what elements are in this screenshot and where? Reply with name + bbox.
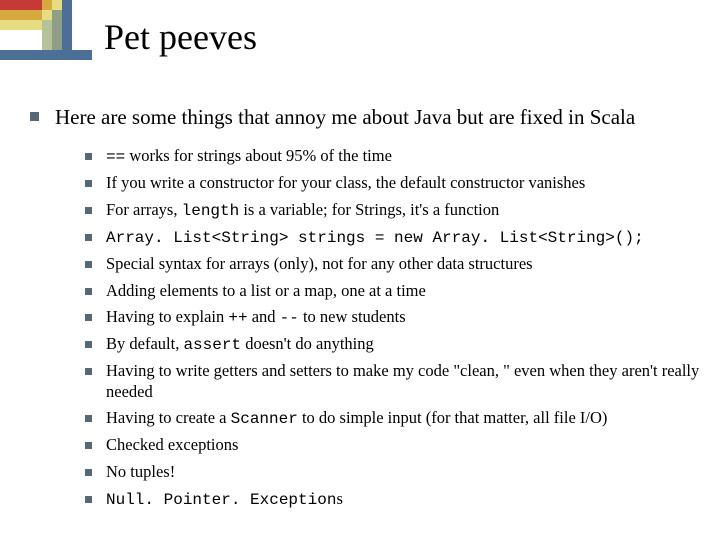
bullet-icon (85, 496, 92, 503)
bullet-icon (85, 469, 92, 476)
list-item: Having to explain ++ and -- to new stude… (85, 307, 706, 328)
list-item: Array. List<String> strings = new Array.… (85, 227, 706, 248)
list-item: Having to write getters and setters to m… (85, 361, 706, 402)
list-item-text: Checked exceptions (106, 435, 238, 456)
list-item-text: For arrays, length is a variable; for St… (106, 200, 499, 221)
list-item: No tuples! (85, 462, 706, 483)
bullet-icon (85, 341, 92, 348)
intro-text: Here are some things that annoy me about… (55, 104, 635, 130)
main-content: Here are some things that annoy me about… (30, 104, 706, 516)
list-item: Adding elements to a list or a map, one … (85, 281, 706, 302)
bullet-icon (30, 112, 39, 121)
list-item: Having to create a Scanner to do simple … (85, 408, 706, 429)
list-item-text: By default, assert doesn't do anything (106, 334, 374, 355)
list-item: For arrays, length is a variable; for St… (85, 200, 706, 221)
list-item: Null. Pointer. Exceptions (85, 489, 706, 510)
list-item-text: Having to create a Scanner to do simple … (106, 408, 607, 429)
list-item-text: No tuples! (106, 462, 175, 483)
list-item: Special syntax for arrays (only), not fo… (85, 254, 706, 275)
list-item: == works for strings about 95% of the ti… (85, 146, 706, 167)
bullet-icon (85, 180, 92, 187)
list-item-text: == works for strings about 95% of the ti… (106, 146, 392, 167)
sub-list: == works for strings about 95% of the ti… (85, 146, 706, 509)
bullet-icon (85, 207, 92, 214)
bullet-icon (85, 368, 92, 375)
list-item: Checked exceptions (85, 435, 706, 456)
list-item-text: Special syntax for arrays (only), not fo… (106, 254, 533, 275)
bullet-icon (85, 415, 92, 422)
bullet-icon (85, 261, 92, 268)
list-item: If you write a constructor for your clas… (85, 173, 706, 194)
list-item-text: Null. Pointer. Exceptions (106, 489, 343, 510)
slide-logo (0, 0, 92, 65)
list-item-text: Adding elements to a list or a map, one … (106, 281, 426, 302)
list-item-text: Array. List<String> strings = new Array.… (106, 227, 644, 248)
bullet-icon (85, 288, 92, 295)
bullet-icon (85, 442, 92, 449)
bullet-icon (85, 234, 92, 241)
list-item-text: Having to write getters and setters to m… (106, 361, 706, 402)
list-item-text: If you write a constructor for your clas… (106, 173, 585, 194)
slide-title: Pet peeves (104, 16, 257, 58)
bullet-icon (85, 314, 92, 321)
list-item-text: Having to explain ++ and -- to new stude… (106, 307, 406, 328)
list-item: By default, assert doesn't do anything (85, 334, 706, 355)
bullet-icon (85, 153, 92, 160)
intro-row: Here are some things that annoy me about… (30, 104, 706, 130)
